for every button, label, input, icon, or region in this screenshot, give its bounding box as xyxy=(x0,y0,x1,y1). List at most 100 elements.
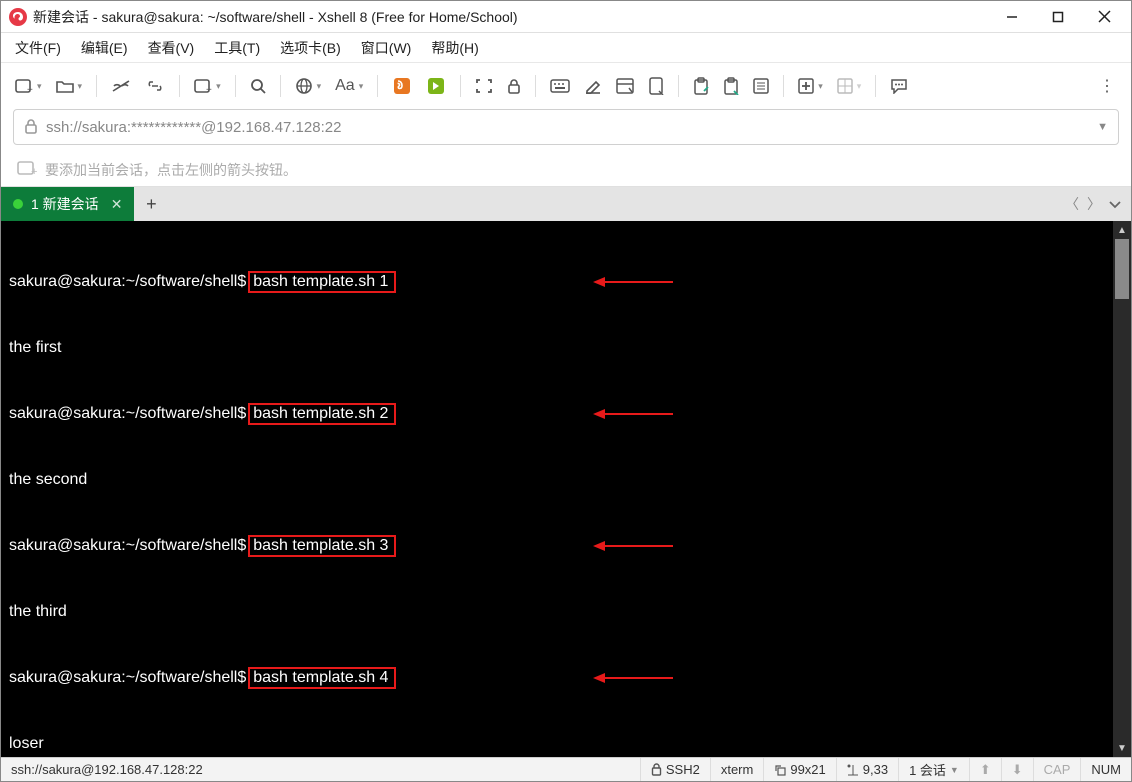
xftp-app-icon[interactable] xyxy=(420,72,452,100)
tab-prev-button[interactable]: 〈 xyxy=(1065,194,1079,214)
app-logo-icon xyxy=(9,8,27,26)
window-controls xyxy=(989,1,1127,33)
separator xyxy=(96,75,97,97)
status-protocol: SSH2 xyxy=(641,758,711,781)
paste-button[interactable] xyxy=(687,73,715,99)
new-tab-button[interactable]: + xyxy=(134,187,168,221)
window-title: 新建会话 - sakura@sakura: ~/software/shell -… xyxy=(33,7,989,27)
add-tile-button[interactable]: ▾ xyxy=(792,74,829,98)
separator xyxy=(235,75,236,97)
chevron-down-icon: ▾ xyxy=(317,81,322,92)
hint-bar: + 要添加当前会话，点击左侧的箭头按钮。 xyxy=(1,153,1131,187)
separator xyxy=(678,75,679,97)
fullscreen-button[interactable] xyxy=(469,74,499,98)
chevron-down-icon: ▼ xyxy=(950,765,959,775)
toolbar: +▾ ▾ +▾ ▾ Aa▾ ▾ ▾ ⋮ xyxy=(1,63,1131,109)
status-download-icon: ⬇ xyxy=(1002,758,1034,781)
address-text: ssh://sakura:************@192.168.47.128… xyxy=(46,119,1089,136)
close-button[interactable] xyxy=(1081,1,1127,33)
tab-strip: 1 新建会话 ✕ + 〈 〉 xyxy=(1,187,1131,221)
scroll-down-icon[interactable]: ▼ xyxy=(1113,739,1131,757)
output: the second xyxy=(9,469,87,491)
prompt: sakura@sakura:~/software/shell$ xyxy=(9,271,246,293)
command-highlight: bash template.sh 2 xyxy=(248,403,396,425)
app-window: 新建会话 - sakura@sakura: ~/software/shell -… xyxy=(0,0,1132,782)
more-button[interactable]: ⋮ xyxy=(1091,70,1123,102)
svg-text:+: + xyxy=(206,85,212,94)
annotation-arrow-icon xyxy=(593,276,673,288)
tile-layout-button[interactable]: ▾ xyxy=(831,74,868,98)
xshell-app-icon[interactable] xyxy=(386,72,418,100)
separator xyxy=(179,75,180,97)
panel-button[interactable] xyxy=(610,74,640,98)
keyboard-button[interactable] xyxy=(544,75,576,97)
svg-text:+: + xyxy=(31,166,37,176)
command-highlight: bash template.sh 1 xyxy=(248,271,396,293)
status-size: 99x21 xyxy=(764,758,836,781)
separator xyxy=(280,75,281,97)
terminal-scrollbar[interactable]: ▲ ▼ xyxy=(1113,221,1131,757)
separator xyxy=(460,75,461,97)
properties-button[interactable]: +▾ xyxy=(188,74,227,98)
add-session-icon[interactable]: + xyxy=(17,160,37,179)
highlighter-button[interactable] xyxy=(578,74,608,98)
prompt: sakura@sakura:~/software/shell$ xyxy=(9,403,246,425)
menu-file[interactable]: 文件(F) xyxy=(5,34,71,62)
globe-button[interactable]: ▾ xyxy=(289,73,328,99)
chevron-down-icon: ▾ xyxy=(857,81,862,92)
position-icon xyxy=(847,764,859,776)
search-button[interactable] xyxy=(244,74,272,98)
menu-view[interactable]: 查看(V) xyxy=(138,34,205,62)
tab-close-button[interactable]: ✕ xyxy=(111,196,123,213)
prompt: sakura@sakura:~/software/shell$ xyxy=(9,667,246,689)
status-connection: ssh://sakura@192.168.47.128:22 xyxy=(1,758,641,781)
minimize-button[interactable] xyxy=(989,1,1035,33)
font-label: Aa xyxy=(335,77,355,95)
hint-text: 要添加当前会话，点击左侧的箭头按钮。 xyxy=(45,160,297,180)
lock-button[interactable] xyxy=(501,74,527,98)
clipboard-right-button[interactable] xyxy=(717,73,745,99)
menu-edit[interactable]: 编辑(E) xyxy=(71,34,138,62)
menu-tools[interactable]: 工具(T) xyxy=(204,34,270,62)
chat-button[interactable] xyxy=(884,74,914,98)
status-dot-icon xyxy=(13,199,23,209)
terminal[interactable]: sakura@sakura:~/software/shell$ bash tem… xyxy=(1,221,1131,757)
new-session-button[interactable]: +▾ xyxy=(9,74,48,98)
lock-icon xyxy=(651,763,662,776)
chevron-down-icon[interactable]: ▼ xyxy=(1097,121,1108,133)
menu-bar: 文件(F) 编辑(E) 查看(V) 工具(T) 选项卡(B) 窗口(W) 帮助(… xyxy=(1,33,1131,63)
address-bar[interactable]: ssh://sakura:************@192.168.47.128… xyxy=(13,109,1119,145)
output: loser xyxy=(9,733,44,755)
link-button[interactable] xyxy=(139,76,171,96)
disconnect-button[interactable] xyxy=(105,75,137,97)
menu-help[interactable]: 帮助(H) xyxy=(421,34,488,62)
maximize-button[interactable] xyxy=(1035,1,1081,33)
tab-active[interactable]: 1 新建会话 ✕ xyxy=(1,187,134,221)
font-button[interactable]: Aa▾ xyxy=(329,73,369,99)
prompt: sakura@sakura:~/software/shell$ xyxy=(9,535,246,557)
chevron-down-icon: ▾ xyxy=(78,81,83,92)
menu-window[interactable]: 窗口(W) xyxy=(351,34,422,62)
chevron-down-icon: ▾ xyxy=(216,81,221,92)
tab-list-button[interactable] xyxy=(1109,196,1121,212)
scroll-thumb[interactable] xyxy=(1115,239,1129,299)
lock-icon xyxy=(24,118,38,137)
status-num: NUM xyxy=(1081,758,1131,781)
chevron-down-icon: ▾ xyxy=(37,81,42,92)
open-folder-button[interactable]: ▾ xyxy=(50,75,89,97)
list-button[interactable] xyxy=(747,74,775,98)
status-bar: ssh://sakura@192.168.47.128:22 SSH2 xter… xyxy=(1,757,1131,781)
status-sessions[interactable]: 1 会话 ▼ xyxy=(899,758,970,781)
size-icon xyxy=(774,764,786,776)
scroll-up-icon[interactable]: ▲ xyxy=(1113,221,1131,239)
output: the third xyxy=(9,601,67,623)
tab-label: 1 新建会话 xyxy=(31,194,99,214)
menu-tabs[interactable]: 选项卡(B) xyxy=(270,34,351,62)
tab-next-button[interactable]: 〉 xyxy=(1087,194,1101,214)
script-button[interactable] xyxy=(642,73,670,99)
status-cursor-pos: 9,33 xyxy=(837,758,899,781)
separator xyxy=(783,75,784,97)
separator xyxy=(535,75,536,97)
annotation-arrow-icon xyxy=(593,672,673,684)
separator xyxy=(377,75,378,97)
